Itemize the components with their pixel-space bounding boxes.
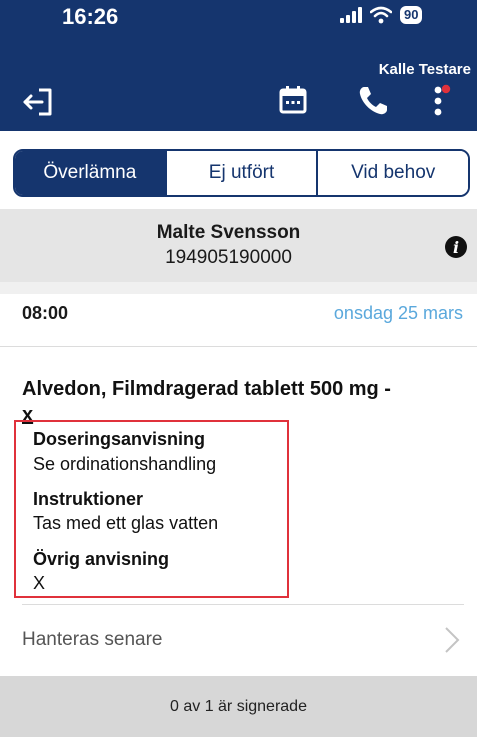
patient-banner: Malte Svensson 194905190000 [0,209,477,282]
handle-later-label: Hanteras senare [22,629,163,650]
status-time: 16:26 [62,4,119,29]
chevron-right-icon [445,627,460,653]
detail-value-instruktioner: Tas med ett glas vatten [33,513,219,533]
signed-status-text: 0 av 1 är signerade [170,697,307,715]
divider [0,346,477,347]
patient-name: Malte Svensson [156,222,301,243]
signal-icon [340,7,362,23]
tab-ej-utfort[interactable]: Ej utfört [164,151,317,195]
phone-icon[interactable] [357,85,389,117]
notification-dot [441,84,451,94]
battery-indicator: 90 [400,6,423,24]
medication-label: Alvedon, Filmdragerad tablett 500 mg - [22,378,391,400]
user-name: Kalle Testare [378,61,471,78]
dose-time: 08:00 [22,303,69,323]
more-vertical-icon[interactable] [427,83,453,119]
tab-bar: Överlämna Ej utfört Vid behov [13,149,470,197]
app-header: 16:26 90 Kalle Testare [0,0,477,131]
signed-status-bar: 0 av 1 är signerade [0,676,477,737]
tab-vid-behov[interactable]: Vid behov [316,151,468,195]
detail-value-dosering: Se ordinationshandling [33,454,217,474]
logout-icon[interactable] [22,87,54,117]
info-icon[interactable]: i [445,236,467,258]
detail-label-ovrig: Övrig anvisning [33,549,170,569]
section-gap [0,282,477,294]
status-icons: 90 [340,6,423,24]
tab-overlamna[interactable]: Överlämna [15,151,165,195]
patient-id: 194905190000 [165,247,292,268]
detail-value-ovrig: X [33,573,46,593]
handle-later-row[interactable]: Hanteras senare [0,605,477,673]
calendar-icon[interactable] [278,85,308,115]
wifi-icon [370,6,392,24]
dose-date: onsdag 25 mars [333,303,463,323]
detail-label-dosering: Doseringsanvisning [33,429,206,449]
detail-label-instruktioner: Instruktioner [33,489,144,509]
